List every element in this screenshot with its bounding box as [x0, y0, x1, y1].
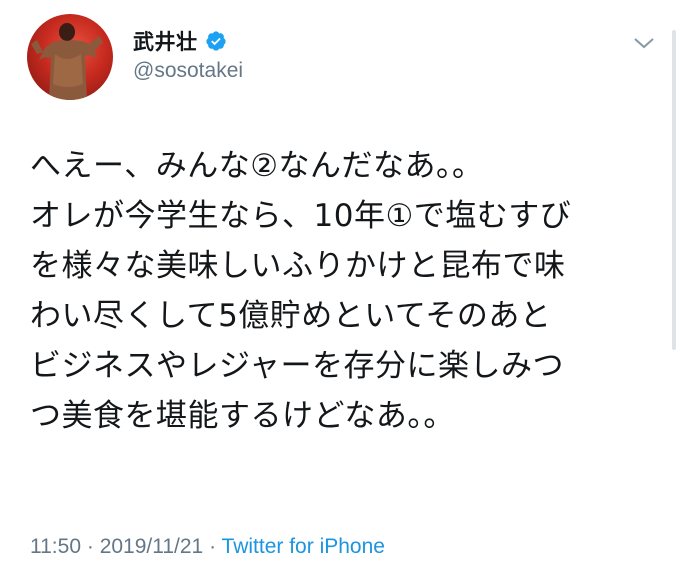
avatar-photo [31, 23, 103, 100]
avatar[interactable] [27, 14, 113, 100]
author-name-row: 武井壮 [133, 27, 227, 55]
chevron-down-icon[interactable] [632, 34, 656, 52]
tweet-date[interactable]: 2019/11/21 [100, 535, 204, 558]
tweet-body-line: オレが今学生なら、10年①で塩むすび [30, 198, 572, 234]
tweet-body: へえー、みんな②なんだなあ。。 オレが今学生なら、10年①で塩むすび を様々な美… [30, 141, 660, 441]
scrollbar[interactable] [672, 30, 676, 350]
tweet-body-line: を様々な美味しいふりかけと昆布で味 [30, 248, 566, 284]
tweet-body-line: ビジネスやレジャーを存分に楽しみつ [30, 348, 564, 384]
meta-separator: · [209, 535, 217, 558]
meta-separator: · [86, 535, 94, 558]
tweet-metadata: 11:50 · 2019/11/21 · Twitter for iPhone [30, 535, 385, 559]
tweet-body-line: わい尽くして5億貯めといてそのあと [30, 298, 552, 334]
tweet-source-link[interactable]: Twitter for iPhone [222, 535, 385, 558]
tweet-body-line: へえー、みんな②なんだなあ。。 [30, 148, 484, 184]
display-name[interactable]: 武井壮 [133, 26, 198, 56]
tweet-body-line: つ美食を堪能するけどなあ。。 [30, 398, 455, 434]
tweet-card: 武井壮 @sosotakei へえー、みんな②なんだなあ。。 オレが今学生なら、… [0, 0, 680, 571]
verified-badge-icon [205, 31, 226, 51]
tweet-time[interactable]: 11:50 [30, 535, 81, 558]
author-handle[interactable]: @sosotakei [133, 59, 243, 83]
